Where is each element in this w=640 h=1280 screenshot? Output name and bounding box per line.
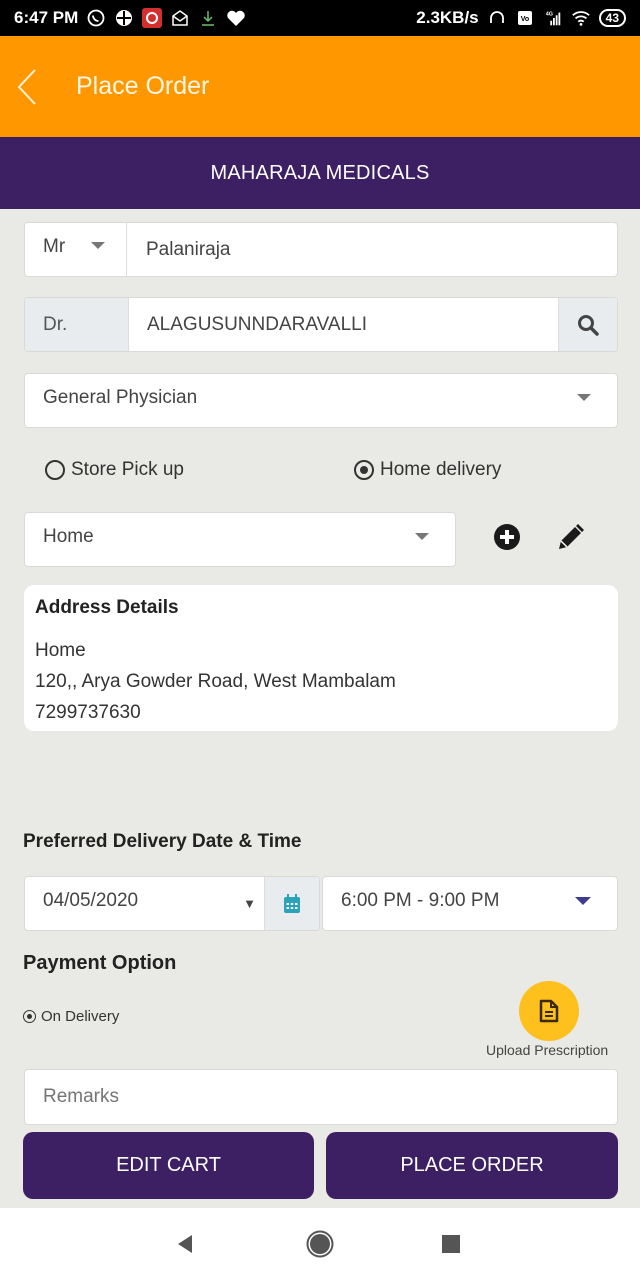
upload-prescription-button[interactable] [519,981,579,1041]
address-select[interactable]: Home [24,512,456,567]
salutation-value: Mr [43,235,66,257]
upload-prescription-label: Upload Prescription [486,1042,609,1058]
wifi-icon [571,8,591,28]
caret-down-icon [575,896,591,905]
vodafone-icon [142,8,163,28]
volte-icon: Vo [515,8,535,28]
triangle-back-icon [178,1235,192,1253]
address-details-card: Address Details Home 120,, Arya Gowder R… [24,585,618,731]
doctor-group: Dr. [24,297,618,352]
status-time: 6:47 PM [14,8,79,27]
calendar-icon [284,893,300,913]
svg-text:4G: 4G [545,11,552,17]
status-bar: 6:47 PM 2.3KB/s Vo 4G 43 [0,0,640,36]
whatsapp-icon [86,8,106,28]
doctor-name-input[interactable] [129,313,558,336]
back-button[interactable] [0,36,76,137]
delivery-option-store-pickup[interactable]: Store Pick up [45,459,184,481]
delivery-option-label: Store Pick up [71,459,184,480]
doctor-prefix-label: Dr. [43,313,68,335]
caret-down-icon [577,394,591,401]
mail-icon [170,8,190,28]
circle-home-icon [306,1230,334,1258]
doctor-search-button[interactable] [558,298,617,351]
patient-name-group: Mr [24,222,618,277]
place-order-button[interactable]: PLACE ORDER [326,1132,618,1199]
nav-recents-button[interactable] [438,1230,464,1258]
payment-option-on-delivery[interactable]: On Delivery [23,1008,119,1025]
document-icon [539,999,559,1023]
radio-unchecked-icon [45,460,65,480]
address-phone: 7299737630 [35,702,141,723]
nav-back-button[interactable] [172,1230,198,1258]
salutation-select[interactable]: Mr [25,223,127,276]
radio-checked-icon [354,460,374,480]
search-icon [578,314,599,336]
specialty-value: General Physician [43,386,198,408]
nav-home-button[interactable] [304,1228,336,1260]
delivery-time-value: 6:00 PM - 9:00 PM [341,889,500,911]
delivery-date-select[interactable]: 04/05/2020 ▼ [25,877,265,930]
pencil-icon [559,524,584,549]
delivery-time-select[interactable]: 6:00 PM - 9:00 PM [322,876,618,931]
address-details-heading: Address Details [35,597,179,618]
download-icon [198,8,218,28]
address-select-value: Home [43,525,94,547]
edit-cart-button[interactable]: EDIT CART [23,1132,314,1199]
payment-option-label: On Delivery [41,1008,120,1025]
svg-text:Vo: Vo [520,16,528,23]
caret-down-icon [415,533,429,540]
edit-address-button[interactable] [555,521,585,553]
delivery-date-group: 04/05/2020 ▼ [24,876,320,931]
caret-down-icon: ▼ [243,896,256,911]
network-speed: 2.3KB/s [416,8,479,27]
payment-heading: Payment Option [23,952,177,974]
signal-icon: 4G [543,8,563,28]
store-name-banner: MAHARAJA MEDICALS [0,137,640,209]
caret-down-icon [91,242,106,249]
system-navigation-bar [0,1208,640,1280]
remarks-input[interactable] [24,1069,618,1125]
page-title: Place Order [76,72,210,100]
doctor-prefix: Dr. [25,298,129,351]
add-address-button[interactable] [493,523,521,551]
delivery-time-heading: Preferred Delivery Date & Time [23,831,302,852]
delivery-option-label: Home delivery [380,459,502,480]
app-bar: Place Order [0,36,640,137]
delivery-date-value: 04/05/2020 [43,889,139,911]
health-icon [226,8,246,28]
headset-icon [487,8,507,28]
plus-circle-icon [494,524,520,550]
app-icon [114,8,134,28]
chevron-left-icon [17,68,36,105]
battery-icon: 43 [598,9,626,27]
address-label: Home [35,640,86,661]
radio-checked-icon [23,1010,36,1023]
delivery-option-home-delivery[interactable]: Home delivery [354,459,501,481]
square-recents-icon [442,1235,460,1253]
patient-name-input[interactable] [127,238,617,261]
address-street: 120,, Arya Gowder Road, West Mambalam [35,671,396,692]
calendar-button[interactable] [265,877,319,930]
specialty-select[interactable]: General Physician [24,373,618,428]
